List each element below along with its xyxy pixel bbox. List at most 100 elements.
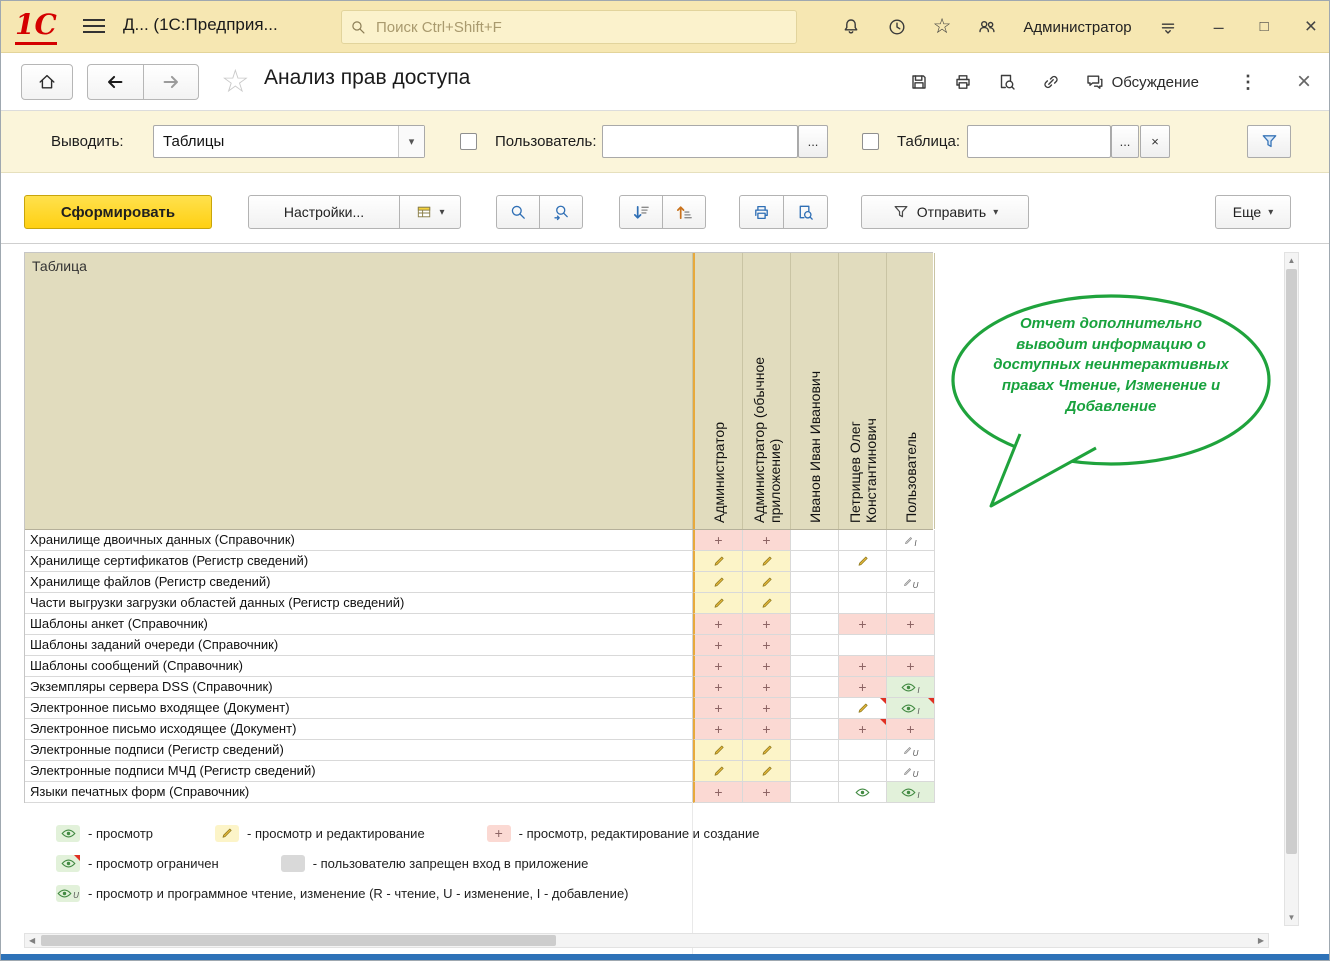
favorites-star-icon[interactable]: ☆: [933, 17, 952, 37]
row-label[interactable]: Шаблоны анкет (Справочник): [25, 614, 693, 635]
scroll-right-arrow[interactable]: ▶: [1258, 934, 1264, 947]
report-cell[interactable]: [693, 740, 743, 761]
row-label[interactable]: Хранилище двоичных данных (Справочник): [25, 530, 693, 551]
report-cell[interactable]: [839, 761, 887, 782]
user-filter-checkbox[interactable]: [460, 133, 477, 150]
scroll-left-arrow[interactable]: ◀: [29, 934, 35, 947]
report-cell[interactable]: [887, 593, 935, 614]
print-icon[interactable]: [953, 72, 973, 92]
table-corner-header[interactable]: Таблица: [25, 253, 693, 529]
discussion-button[interactable]: Обсуждение: [1085, 72, 1199, 92]
report-cell[interactable]: +: [887, 614, 935, 635]
report-cell[interactable]: +: [743, 698, 791, 719]
table-choose-button[interactable]: ...: [1111, 125, 1139, 158]
report-cell[interactable]: +: [743, 530, 791, 551]
home-button[interactable]: [21, 64, 73, 100]
report-cell[interactable]: U: [887, 572, 935, 593]
column-header[interactable]: Иванов Иван Иванович: [791, 253, 839, 529]
report-cell[interactable]: [791, 614, 839, 635]
filter-settings-button[interactable]: [1247, 125, 1291, 158]
add-to-favorites-star[interactable]: ☆: [221, 64, 250, 98]
scroll-up-arrow[interactable]: ▲: [1285, 256, 1298, 265]
report-cell[interactable]: +: [693, 782, 743, 803]
row-label[interactable]: Электронные подписи (Регистр сведений): [25, 740, 693, 761]
report-cell[interactable]: [791, 593, 839, 614]
report-cell[interactable]: +: [693, 656, 743, 677]
report-cell[interactable]: [743, 761, 791, 782]
user-choose-button[interactable]: ...: [798, 125, 828, 158]
report-cell[interactable]: I: [887, 677, 935, 698]
notifications-bell-icon[interactable]: [841, 17, 861, 37]
report-cell[interactable]: +: [693, 719, 743, 740]
table-filter-input[interactable]: [967, 125, 1111, 158]
report-cell[interactable]: +: [839, 614, 887, 635]
more-actions-kebab-icon[interactable]: ⋮: [1239, 72, 1257, 93]
report-cell[interactable]: +: [839, 677, 887, 698]
report-cell[interactable]: [839, 530, 887, 551]
report-cell[interactable]: [839, 551, 887, 572]
vertical-scrollbar[interactable]: ▲ ▼: [1284, 252, 1299, 926]
save-icon[interactable]: [909, 72, 929, 92]
users-icon[interactable]: [977, 17, 997, 37]
print-button[interactable]: [739, 195, 784, 229]
chevron-down-icon[interactable]: ▾: [398, 126, 424, 157]
report-cell[interactable]: +: [839, 719, 887, 740]
report-cell[interactable]: +: [839, 656, 887, 677]
report-cell[interactable]: [791, 635, 839, 656]
report-cell[interactable]: I: [887, 698, 935, 719]
report-cell[interactable]: +: [693, 635, 743, 656]
report-cell[interactable]: [887, 635, 935, 656]
report-cell[interactable]: +: [743, 635, 791, 656]
get-link-icon[interactable]: [1041, 72, 1061, 92]
report-cell[interactable]: [791, 698, 839, 719]
scroll-down-arrow[interactable]: ▼: [1285, 913, 1298, 922]
back-button[interactable]: [87, 64, 144, 100]
forward-button[interactable]: [143, 64, 200, 100]
report-cell[interactable]: I: [887, 530, 935, 551]
row-label[interactable]: Экземпляры сервера DSS (Справочник): [25, 677, 693, 698]
report-cell[interactable]: [791, 656, 839, 677]
column-header[interactable]: Администратор (обычное приложение): [743, 253, 791, 529]
report-cell[interactable]: [839, 782, 887, 803]
main-menu-icon[interactable]: [83, 19, 105, 37]
minimize-button[interactable]: –: [1214, 17, 1224, 37]
window-close-button[interactable]: ×: [1305, 17, 1317, 37]
report-cell[interactable]: [693, 593, 743, 614]
report-cell[interactable]: [743, 740, 791, 761]
find-next-button[interactable]: [539, 195, 583, 229]
service-menu-icon[interactable]: [1158, 17, 1178, 37]
report-cell[interactable]: [839, 572, 887, 593]
report-cell[interactable]: [743, 572, 791, 593]
report-cell[interactable]: [839, 698, 887, 719]
find-button[interactable]: [496, 195, 540, 229]
report-cell[interactable]: +: [743, 719, 791, 740]
column-header[interactable]: Петрищев Олег Константинович: [839, 253, 887, 529]
report-cell[interactable]: [839, 635, 887, 656]
sort-ascending-button[interactable]: [662, 195, 706, 229]
history-icon[interactable]: [887, 17, 907, 37]
row-label[interactable]: Части выгрузки загрузки областей данных …: [25, 593, 693, 614]
sort-descending-button[interactable]: [619, 195, 663, 229]
report-cell[interactable]: [791, 740, 839, 761]
row-label[interactable]: Электронное письмо исходящее (Документ): [25, 719, 693, 740]
report-cell[interactable]: +: [743, 782, 791, 803]
report-cell[interactable]: I: [887, 782, 935, 803]
report-cell[interactable]: [791, 761, 839, 782]
column-header[interactable]: Администратор: [693, 253, 743, 529]
maximize-button[interactable]: □: [1260, 17, 1269, 37]
report-cell[interactable]: [791, 551, 839, 572]
report-cell[interactable]: +: [743, 614, 791, 635]
report-cell[interactable]: [791, 719, 839, 740]
current-user-name[interactable]: Администратор: [1023, 19, 1131, 36]
report-cell[interactable]: +: [743, 656, 791, 677]
report-cell[interactable]: [839, 740, 887, 761]
print-preview-icon[interactable]: [997, 72, 1017, 92]
report-cell[interactable]: [791, 782, 839, 803]
row-label[interactable]: Шаблоны заданий очереди (Справочник): [25, 635, 693, 656]
row-label[interactable]: Электронное письмо входящее (Документ): [25, 698, 693, 719]
report-cell[interactable]: [791, 572, 839, 593]
output-select[interactable]: Таблицы ▾: [153, 125, 425, 158]
report-cell[interactable]: [693, 551, 743, 572]
generate-button[interactable]: Сформировать: [24, 195, 212, 229]
report-cell[interactable]: [693, 572, 743, 593]
